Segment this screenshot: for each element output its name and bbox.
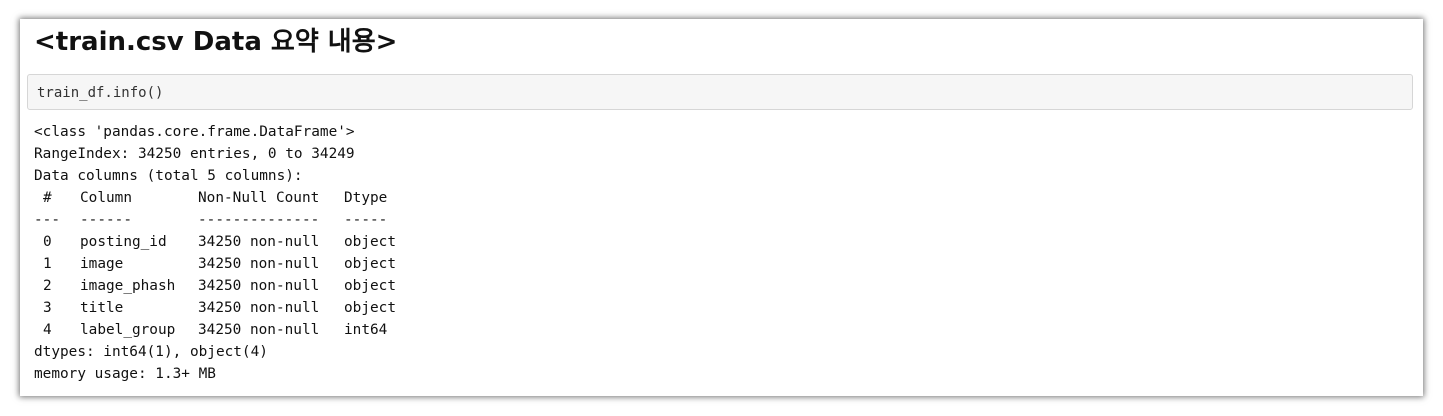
table-row: 2 image_phash 34250 non-null object bbox=[34, 275, 424, 297]
output-columns-line: Data columns (total 5 columns): bbox=[34, 168, 303, 184]
header-dtype: Dtype bbox=[344, 190, 388, 206]
row-dtype: object bbox=[344, 234, 396, 250]
row-count: 34250 non-null bbox=[198, 234, 320, 250]
notebook-cell-card: <train.csv Data 요약 내용> train_df.info() <… bbox=[20, 19, 1423, 396]
row-dtype: object bbox=[344, 278, 396, 294]
row-index: 4 bbox=[43, 322, 52, 338]
table-row: 4 label_group 34250 non-null int64 bbox=[34, 319, 424, 341]
code-text: train_df.info() bbox=[37, 85, 164, 101]
header-index: # bbox=[43, 190, 52, 206]
row-count: 34250 non-null bbox=[198, 278, 320, 294]
section-heading: <train.csv Data 요약 내용> bbox=[34, 27, 398, 57]
header-column: Column bbox=[80, 190, 132, 206]
table-row: 3 title 34250 non-null object bbox=[34, 297, 424, 319]
row-count: 34250 non-null bbox=[198, 300, 320, 316]
separator-index: --- bbox=[34, 212, 60, 228]
row-count: 34250 non-null bbox=[198, 256, 320, 272]
header-non-null-count: Non-Null Count bbox=[198, 190, 320, 206]
row-dtype: object bbox=[344, 300, 396, 316]
row-column: posting_id bbox=[80, 234, 167, 250]
code-cell[interactable]: train_df.info() bbox=[27, 74, 1413, 110]
row-dtype: object bbox=[344, 256, 396, 272]
row-column: label_group bbox=[80, 322, 176, 338]
table-row: 0 posting_id 34250 non-null object bbox=[34, 231, 424, 253]
output-range-index-line: RangeIndex: 34250 entries, 0 to 34249 bbox=[34, 146, 355, 162]
cell-output: <class 'pandas.core.frame.DataFrame'> Ra… bbox=[34, 121, 424, 385]
row-index: 0 bbox=[43, 234, 52, 250]
info-table-header: # Column Non-Null Count Dtype bbox=[34, 187, 424, 209]
row-column: title bbox=[80, 300, 124, 316]
separator-count: -------------- bbox=[198, 212, 320, 228]
row-dtype: int64 bbox=[344, 322, 388, 338]
output-dtypes-line: dtypes: int64(1), object(4) bbox=[34, 344, 268, 360]
row-index: 1 bbox=[43, 256, 52, 272]
row-column: image_phash bbox=[80, 278, 176, 294]
table-row: 1 image 34250 non-null object bbox=[34, 253, 424, 275]
info-table-separator: --- ------ -------------- ----- bbox=[34, 209, 424, 231]
row-index: 3 bbox=[43, 300, 52, 316]
row-count: 34250 non-null bbox=[198, 322, 320, 338]
output-class-line: <class 'pandas.core.frame.DataFrame'> bbox=[34, 124, 355, 140]
separator-column: ------ bbox=[80, 212, 132, 228]
row-column: image bbox=[80, 256, 124, 272]
separator-dtype: ----- bbox=[344, 212, 388, 228]
row-index: 2 bbox=[43, 278, 52, 294]
output-memory-line: memory usage: 1.3+ MB bbox=[34, 366, 216, 382]
